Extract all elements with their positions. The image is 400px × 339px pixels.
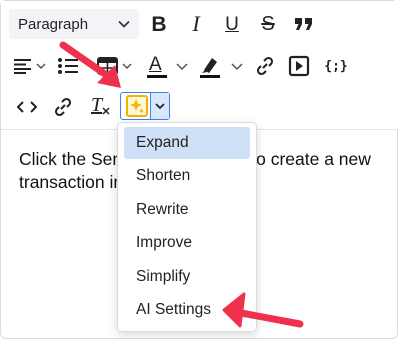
media-embed-icon (288, 55, 310, 77)
text-color-dropdown[interactable]: A (143, 52, 191, 80)
italic-button[interactable]: I (184, 11, 208, 37)
unlink-button[interactable] (51, 94, 75, 120)
table-icon (97, 57, 132, 75)
chevron-down-icon (155, 103, 165, 110)
unlink-icon (54, 97, 72, 117)
menu-item-shorten[interactable]: Shorten (124, 160, 250, 192)
media-embed-button[interactable] (286, 53, 312, 79)
menu-item-ai-settings[interactable]: AI Settings (124, 294, 250, 326)
alignment-dropdown[interactable] (11, 53, 49, 79)
bullet-list-button[interactable] (54, 53, 82, 79)
text-color-letter: A (149, 54, 162, 75)
link-icon (256, 56, 274, 76)
chevron-down-icon (231, 63, 243, 71)
chevron-down-icon (176, 63, 188, 71)
code-block-icon: {;} (324, 58, 348, 74)
clear-format-button[interactable]: T (87, 92, 113, 120)
align-icon (14, 59, 46, 74)
highlight-icon (200, 58, 220, 78)
clear-format-icon: T (89, 94, 111, 118)
chevron-down-icon (118, 20, 130, 28)
paragraph-format-select[interactable]: Paragraph (9, 9, 139, 39)
menu-item-improve[interactable]: Improve (124, 227, 250, 259)
underline-button[interactable]: U (220, 11, 244, 37)
menu-item-simplify[interactable]: Simplify (124, 261, 250, 293)
link-button[interactable] (253, 53, 277, 79)
clear-format-letter: T (91, 94, 103, 116)
inline-code-icon (17, 101, 37, 113)
ai-assistant-icon (126, 95, 148, 117)
bold-icon: B (151, 12, 167, 36)
text-color-icon: A (145, 53, 169, 79)
ai-actions-menu: Expand Shorten Rewrite Improve Simplify … (117, 122, 257, 332)
blockquote-icon (295, 18, 312, 30)
italic-icon: I (192, 11, 200, 36)
code-block-button[interactable]: {;} (323, 53, 349, 79)
menu-item-rewrite[interactable]: Rewrite (124, 194, 250, 226)
menu-item-expand[interactable]: Expand (124, 127, 250, 159)
bullet-list-icon (58, 58, 78, 74)
ai-dropdown-toggle[interactable] (150, 93, 169, 119)
underline-icon: U (225, 13, 239, 35)
ai-assistant-button[interactable] (120, 92, 170, 120)
strikethrough-button[interactable]: S (256, 11, 280, 37)
blockquote-button[interactable] (292, 11, 316, 37)
paragraph-format-value: Paragraph (18, 15, 89, 33)
highlight-dropdown[interactable] (197, 52, 245, 80)
table-dropdown[interactable] (95, 53, 135, 79)
strikethrough-icon: S (261, 13, 275, 35)
bold-button[interactable]: B (147, 11, 171, 37)
inline-code-button[interactable] (13, 94, 41, 120)
editor-toolbar: Paragraph B I U S A {;} T (1, 1, 399, 129)
